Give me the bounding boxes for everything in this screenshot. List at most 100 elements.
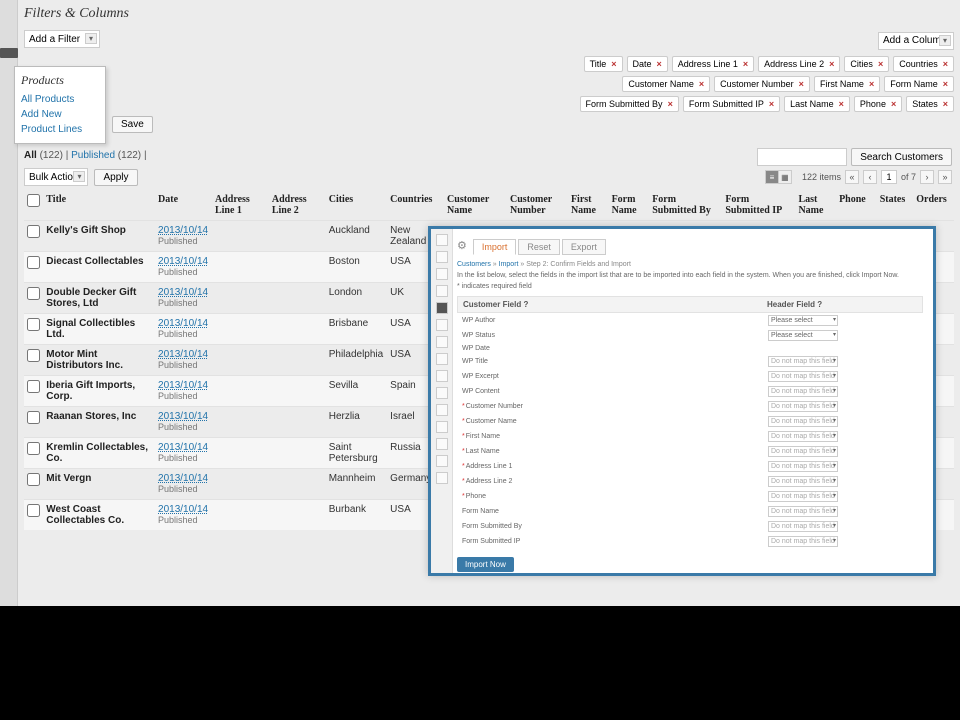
mapping-select[interactable]: Do not map this field: [768, 521, 838, 532]
chip-remove-icon[interactable]: ×: [829, 59, 834, 69]
column-header[interactable]: Customer Number: [507, 190, 568, 221]
mapping-select[interactable]: Do not map this field: [768, 491, 838, 502]
mapping-select[interactable]: Do not map this field: [768, 536, 838, 547]
column-header[interactable]: Form Submitted By: [649, 190, 722, 221]
mapping-select[interactable]: Do not map this field: [768, 401, 838, 412]
column-header[interactable]: Last Name: [795, 190, 836, 221]
column-header[interactable]: Address Line 1: [212, 190, 269, 221]
mapping-select[interactable]: Please select: [768, 330, 838, 341]
tool-icon[interactable]: [436, 472, 448, 484]
row-title[interactable]: Kelly's Gift Shop: [46, 225, 126, 236]
column-chip[interactable]: Countries×: [893, 56, 954, 72]
row-date[interactable]: 2013/10/14: [158, 473, 209, 484]
column-header[interactable]: Form Name: [609, 190, 650, 221]
row-title[interactable]: Kremlin Collectables, Co.: [46, 442, 148, 464]
column-chip[interactable]: Address Line 2×: [758, 56, 840, 72]
tool-icon[interactable]: [436, 302, 448, 314]
tool-icon[interactable]: [436, 268, 448, 280]
row-date[interactable]: 2013/10/14: [158, 442, 209, 453]
row-checkbox[interactable]: [27, 318, 40, 331]
tool-icon[interactable]: [436, 285, 448, 297]
row-checkbox[interactable]: [27, 504, 40, 517]
column-chip[interactable]: States×: [906, 96, 954, 112]
mapping-select[interactable]: Do not map this field: [768, 416, 838, 427]
row-checkbox[interactable]: [27, 442, 40, 455]
tool-icon[interactable]: [436, 353, 448, 365]
tool-icon[interactable]: [436, 387, 448, 399]
column-chip[interactable]: Address Line 1×: [672, 56, 754, 72]
products-menu-item[interactable]: Product Lines: [21, 122, 99, 137]
tab-export[interactable]: Export: [562, 239, 606, 255]
tool-icon[interactable]: [436, 370, 448, 382]
column-chip[interactable]: Cities×: [844, 56, 889, 72]
mapping-select[interactable]: Do not map this field: [768, 386, 838, 397]
column-header[interactable]: First Name: [568, 190, 609, 221]
tab-import[interactable]: Import: [473, 239, 517, 255]
view-published-link[interactable]: Published: [71, 150, 115, 161]
pager-first-button[interactable]: «: [845, 170, 859, 184]
chip-remove-icon[interactable]: ×: [799, 79, 804, 89]
column-chip[interactable]: Date×: [627, 56, 668, 72]
row-date[interactable]: 2013/10/14: [158, 349, 209, 360]
search-input[interactable]: [757, 148, 847, 166]
products-menu-item[interactable]: Add New: [21, 107, 99, 122]
chip-remove-icon[interactable]: ×: [943, 99, 948, 109]
row-title[interactable]: Motor Mint Distributors Inc.: [46, 349, 123, 371]
row-title[interactable]: Iberia Gift Imports, Corp.: [46, 380, 135, 402]
chip-remove-icon[interactable]: ×: [891, 99, 896, 109]
row-checkbox[interactable]: [27, 256, 40, 269]
row-title[interactable]: Diecast Collectables: [46, 256, 143, 267]
view-mode-list-icon[interactable]: ≡: [765, 170, 779, 184]
tool-icon[interactable]: [436, 336, 448, 348]
row-title[interactable]: Mit Vergn: [46, 473, 91, 484]
tool-icon[interactable]: [436, 421, 448, 433]
mapping-select[interactable]: Do not map this field: [768, 371, 838, 382]
mapping-select[interactable]: Do not map this field: [768, 476, 838, 487]
products-menu-item[interactable]: All Products: [21, 92, 99, 107]
chip-remove-icon[interactable]: ×: [657, 59, 662, 69]
tool-icon[interactable]: [436, 234, 448, 246]
add-filter-select[interactable]: Add a Filter: [24, 30, 100, 48]
column-header[interactable]: Date: [155, 190, 212, 221]
row-date[interactable]: 2013/10/14: [158, 504, 209, 515]
row-date[interactable]: 2013/10/14: [158, 225, 209, 236]
column-chip[interactable]: Form Submitted By×: [580, 96, 679, 112]
column-chip[interactable]: Last Name×: [784, 96, 850, 112]
column-chip[interactable]: Form Submitted IP×: [683, 96, 780, 112]
mapping-select[interactable]: Do not map this field: [768, 356, 838, 367]
column-header[interactable]: Cities: [326, 190, 387, 221]
column-header[interactable]: States: [877, 190, 914, 221]
select-all-checkbox[interactable]: [27, 194, 40, 207]
chip-remove-icon[interactable]: ×: [869, 79, 874, 89]
column-chip[interactable]: Customer Number×: [714, 76, 810, 92]
row-checkbox[interactable]: [27, 349, 40, 362]
column-header[interactable]: Title: [43, 190, 155, 221]
mapping-select[interactable]: Do not map this field: [768, 431, 838, 442]
column-header[interactable]: Orders: [913, 190, 954, 221]
tool-icon[interactable]: [436, 251, 448, 263]
row-title[interactable]: West Coast Collectables Co.: [46, 504, 124, 526]
apply-button[interactable]: Apply: [94, 169, 137, 186]
column-header[interactable]: Countries: [387, 190, 444, 221]
pager-last-button[interactable]: »: [938, 170, 952, 184]
chip-remove-icon[interactable]: ×: [668, 99, 673, 109]
column-header[interactable]: Phone: [836, 190, 877, 221]
mapping-select[interactable]: Please select: [768, 315, 838, 326]
row-checkbox[interactable]: [27, 411, 40, 424]
row-title[interactable]: Double Decker Gift Stores, Ltd: [46, 287, 136, 309]
pager-page-input[interactable]: [881, 170, 897, 184]
chip-remove-icon[interactable]: ×: [769, 99, 774, 109]
mapping-select[interactable]: Do not map this field: [768, 461, 838, 472]
pager-prev-button[interactable]: ‹: [863, 170, 877, 184]
row-checkbox[interactable]: [27, 287, 40, 300]
row-title[interactable]: Raanan Stores, Inc: [46, 411, 136, 422]
column-header[interactable]: Form Submitted IP: [722, 190, 795, 221]
column-chip[interactable]: Title×: [584, 56, 623, 72]
chip-remove-icon[interactable]: ×: [611, 59, 616, 69]
column-chip[interactable]: First Name×: [814, 76, 880, 92]
row-date[interactable]: 2013/10/14: [158, 411, 209, 422]
save-button[interactable]: Save: [112, 116, 153, 133]
add-column-select[interactable]: Add a Column: [878, 32, 954, 50]
chip-remove-icon[interactable]: ×: [699, 79, 704, 89]
chip-remove-icon[interactable]: ×: [743, 59, 748, 69]
